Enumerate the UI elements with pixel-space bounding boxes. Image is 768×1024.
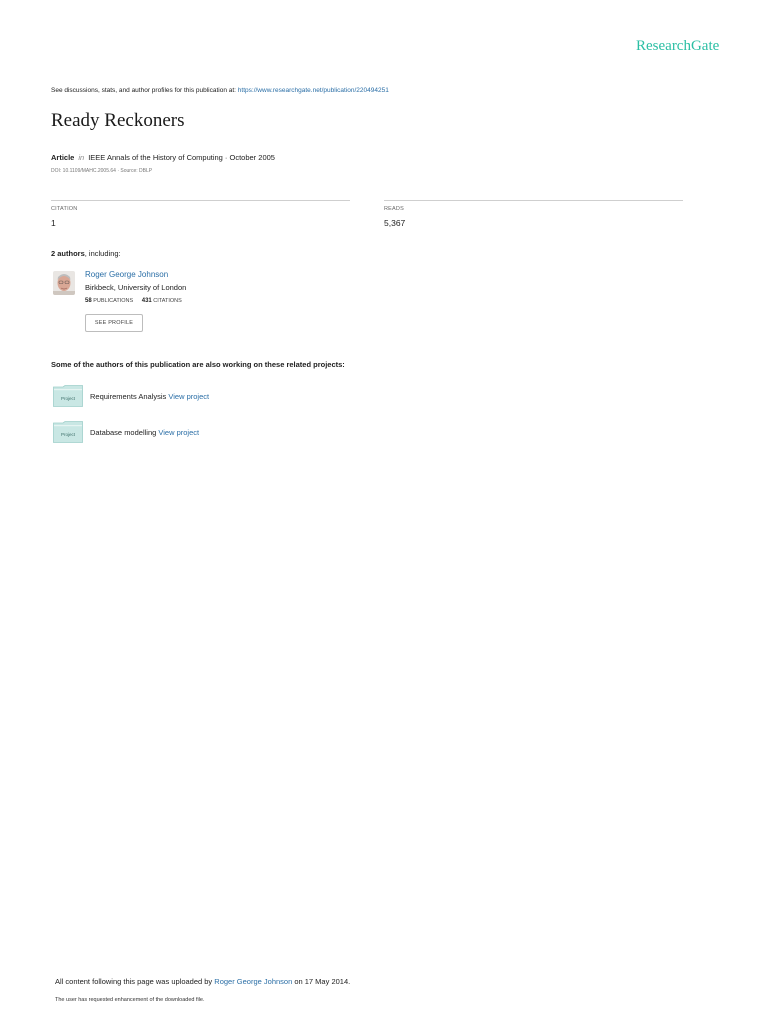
project-icon: Project [53,385,83,407]
footer-note: The user has requested enhancement of th… [55,997,205,1003]
author-name-link[interactable]: Roger George Johnson [85,270,168,279]
publication-title: Ready Reckoners [51,110,185,131]
researchgate-logo[interactable]: ResearchGate [636,38,719,55]
project-icon: Project [53,421,83,443]
see-profile-button[interactable]: SEE PROFILE [85,314,143,332]
publications-count: 58 [85,298,92,304]
uploader-link[interactable]: Roger George Johnson [214,977,292,986]
author-avatar[interactable] [53,271,75,295]
view-project-link[interactable]: View project [158,428,199,437]
view-project-link[interactable]: View project [168,392,209,401]
publications-label: PUBLICATIONS [93,298,134,304]
reads-value: 5,367 [384,218,406,228]
footer-uploaded: All content following this page was uplo… [55,977,350,986]
doi-source: DOI: 10.1109/MAHC.2005.64 · Source: DBLP [51,168,153,174]
discussion-line: See discussions, stats, and author profi… [51,87,389,94]
project-icon-label: Project [61,396,76,401]
project-name: Database modelling [90,428,157,437]
reads-divider [384,200,683,201]
citation-label: CITATION [51,206,78,212]
project-item: Requirements Analysis View project [90,392,209,401]
citation-value: 1 [51,218,56,228]
project-icon-label: Project [61,432,76,437]
venue-date: IEEE Annals of the History of Computing … [88,153,275,162]
publication-meta: Article in IEEE Annals of the History of C… [51,153,275,162]
avatar-image [53,271,75,295]
uploaded-prefix: All content following this page was uplo… [55,977,215,986]
publication-type: Article [51,153,75,162]
project-item: Database modelling View project [90,428,199,437]
author-affiliation: Birkbeck, University of London [85,283,187,292]
author-stats: 58 PUBLICATIONS 431 CITATIONS [85,298,182,304]
discussion-prefix: See discussions, stats, and author profi… [51,87,238,94]
authors-count: 2 authors, including: [51,249,121,258]
citations-label: CITATIONS [153,298,182,304]
authors-count-bold: 2 authors [51,249,85,258]
project-name: Requirements Analysis [90,392,167,401]
citation-divider [51,200,350,201]
in-label: in [78,153,85,162]
publication-url-link[interactable]: https://www.researchgate.net/publication… [238,87,389,94]
logo-text: ResearchGate [636,38,720,54]
citations-count: 431 [141,298,152,304]
projects-heading: Some of the authors of this publication … [51,360,345,369]
reads-label: READS [384,206,404,212]
authors-count-rest: , including: [84,249,121,258]
uploaded-suffix: on 17 May 2014. [292,977,351,986]
